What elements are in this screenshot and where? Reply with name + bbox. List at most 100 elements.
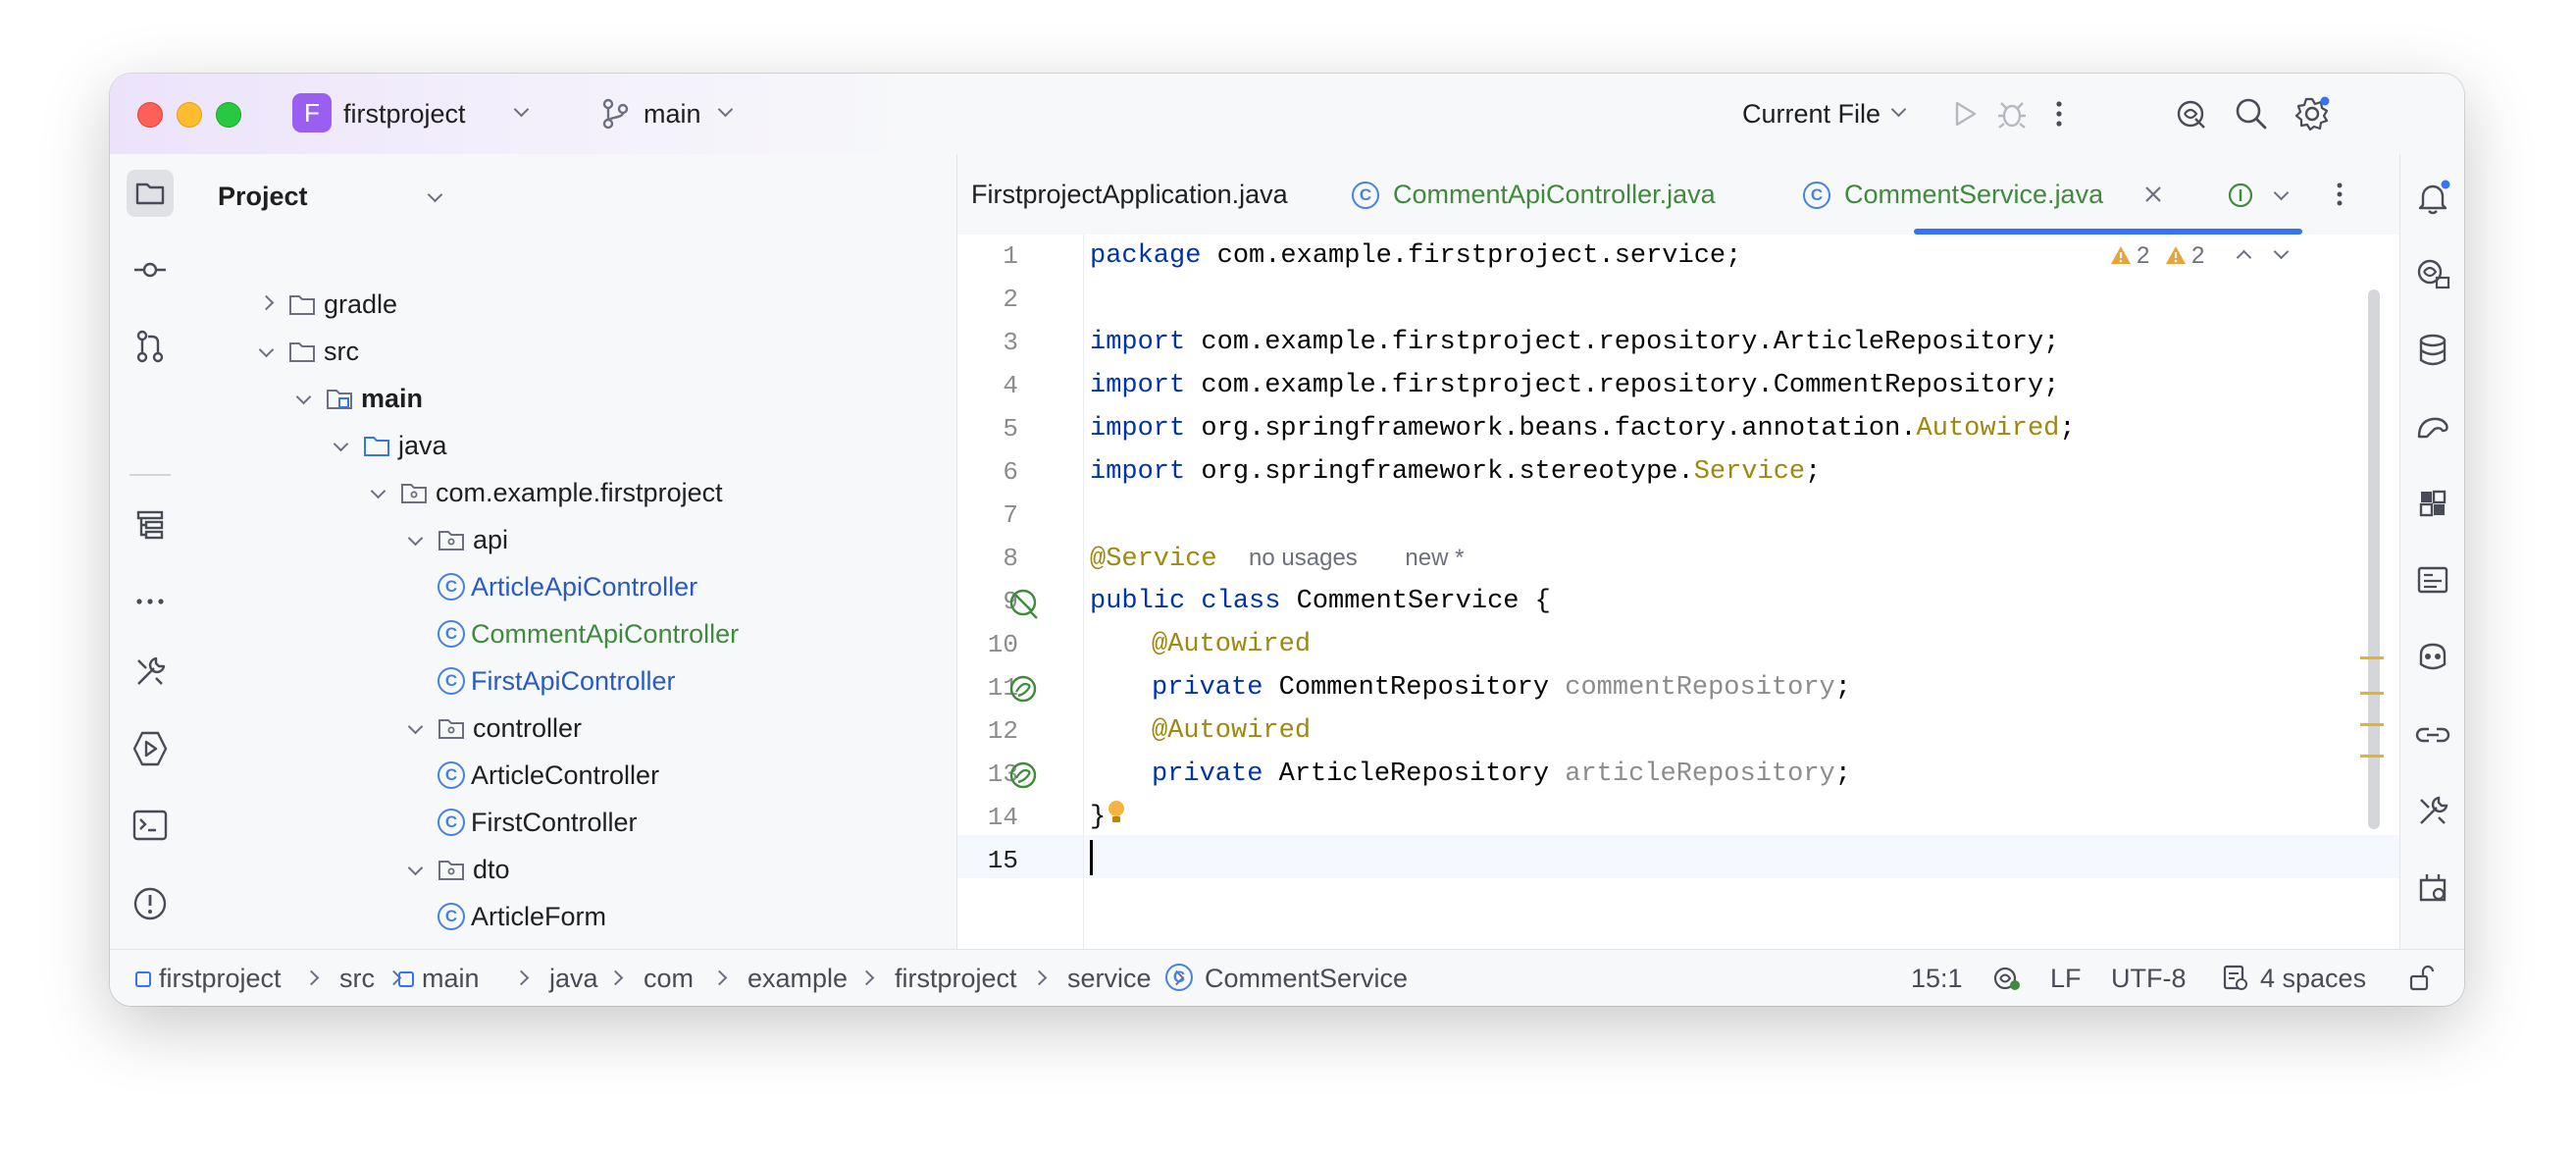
ai-assistant-icon[interactable] xyxy=(2174,95,2211,132)
chevron-down-icon[interactable] xyxy=(407,530,424,547)
tree-item-firstapicontroller[interactable]: C FirstApiController xyxy=(190,659,927,703)
more-tools-icon[interactable] xyxy=(127,578,174,625)
tree-item-main[interactable]: main xyxy=(190,377,927,420)
line-number[interactable]: 7 xyxy=(969,494,1018,537)
file-encoding[interactable]: UTF-8 xyxy=(2111,962,2187,995)
breadcrumb-item[interactable]: service xyxy=(1067,962,1152,995)
line-number[interactable]: 6 xyxy=(969,450,1018,494)
database-icon[interactable] xyxy=(2413,331,2452,370)
indent-setting[interactable]: 4 spaces xyxy=(2260,962,2366,995)
terminal-icon[interactable] xyxy=(127,802,174,849)
structure-icon[interactable] xyxy=(127,501,174,549)
tree-item-dto[interactable]: dto xyxy=(190,848,927,891)
spring-bean-gutter-icon[interactable] xyxy=(1006,586,1040,619)
breadcrumb-item[interactable]: main xyxy=(422,962,480,995)
copilot-icon[interactable] xyxy=(2413,637,2452,676)
breadcrumb-item[interactable]: java xyxy=(549,962,598,995)
problems-icon[interactable] xyxy=(127,880,174,927)
debug-icon[interactable] xyxy=(1993,95,2031,132)
coverage-icon[interactable] xyxy=(2413,868,2452,908)
line-number[interactable]: 15 xyxy=(969,839,1018,882)
interface-icon[interactable] xyxy=(2227,182,2254,209)
tree-item-firstcontroller[interactable]: C FirstController xyxy=(190,801,927,844)
close-tab-icon[interactable] xyxy=(2142,183,2164,205)
ai-status-icon[interactable] xyxy=(1991,964,2023,993)
endpoints-icon[interactable] xyxy=(2413,484,2452,523)
minimize-window-button[interactable] xyxy=(177,102,202,128)
tree-item-articlecontroller[interactable]: C ArticleController xyxy=(190,754,927,797)
chevron-down-icon[interactable] xyxy=(370,483,386,499)
services-run-icon[interactable] xyxy=(127,725,174,772)
breadcrumb-item[interactable]: example xyxy=(747,962,848,995)
project-selector[interactable]: firstproject xyxy=(343,97,466,131)
line-number[interactable]: 8 xyxy=(969,537,1018,580)
tab-comment-service[interactable]: CommentService.java xyxy=(1844,178,2103,211)
tree-item-java[interactable]: java xyxy=(190,424,927,467)
tree-item-api[interactable]: api xyxy=(190,518,927,561)
more-vertical-icon[interactable] xyxy=(2040,95,2078,132)
error-stripe-mark[interactable] xyxy=(2360,656,2384,659)
breadcrumb-item[interactable]: src xyxy=(339,962,375,995)
previous-problem-icon[interactable] xyxy=(2236,249,2252,266)
commit-icon[interactable] xyxy=(127,246,174,293)
chevron-down-icon[interactable] xyxy=(258,341,275,358)
breadcrumb-item[interactable]: com xyxy=(644,962,694,995)
spring-autowired-gutter-icon[interactable] xyxy=(1006,759,1040,792)
run-config-selector[interactable]: Current File xyxy=(1742,97,1880,131)
author-inlay-hint[interactable]: new * xyxy=(1405,545,1464,571)
line-number[interactable]: 3 xyxy=(969,321,1018,364)
tab-firstproject-application[interactable]: FirstprojectApplication.java xyxy=(971,178,1288,211)
error-stripe-mark[interactable] xyxy=(2360,755,2384,758)
next-problem-icon[interactable] xyxy=(2273,243,2290,260)
search-icon[interactable] xyxy=(2233,95,2270,132)
line-number[interactable]: 12 xyxy=(969,709,1018,753)
tools-icon[interactable] xyxy=(2413,792,2452,831)
tree-item-src[interactable]: src xyxy=(190,330,927,373)
breadcrumb-item[interactable]: CommentService xyxy=(1205,962,1408,995)
project-badge[interactable]: F xyxy=(292,93,332,132)
run-icon[interactable] xyxy=(1946,95,1984,132)
chevron-down-icon[interactable] xyxy=(295,389,312,405)
tab-comment-api-controller[interactable]: CommentApiController.java xyxy=(1393,178,1716,211)
caret-position[interactable]: 15:1 xyxy=(1911,962,1963,995)
line-number[interactable]: 5 xyxy=(969,407,1018,450)
line-number[interactable]: 10 xyxy=(969,623,1018,666)
zoom-window-button[interactable] xyxy=(216,102,241,128)
breadcrumb-item[interactable]: firstproject xyxy=(159,962,282,995)
tree-item-com-example-firstproject[interactable]: com.example.firstproject xyxy=(190,471,927,514)
gradle-icon[interactable] xyxy=(2413,407,2452,446)
chevron-right-icon[interactable] xyxy=(258,294,275,311)
breadcrumb-item[interactable]: firstproject xyxy=(895,962,1017,995)
line-separator[interactable]: LF xyxy=(2050,962,2082,995)
build-tools-icon[interactable] xyxy=(127,649,174,696)
tree-item-entity[interactable]: entity xyxy=(190,942,927,949)
close-window-button[interactable] xyxy=(137,102,163,128)
tabs-dropdown-icon[interactable] xyxy=(2273,184,2290,201)
ai-chat-icon[interactable] xyxy=(2413,254,2452,293)
chevron-down-icon[interactable] xyxy=(407,718,424,735)
code-editor[interactable]: 1 2 3 4 5 6 7 8 9 10 11 12 13 14 15 package com.exampl… xyxy=(957,235,2399,949)
tree-item-controller[interactable]: controller xyxy=(190,707,927,750)
project-folder-icon[interactable] xyxy=(127,170,174,217)
tree-item-gradle[interactable]: gradle xyxy=(190,283,927,326)
line-number[interactable]: 4 xyxy=(969,364,1018,407)
spring-autowired-gutter-icon[interactable] xyxy=(1006,672,1040,706)
inspection-widget[interactable]: 2 2 xyxy=(2062,235,2386,278)
notifications-bell-icon[interactable] xyxy=(2413,178,2452,217)
line-number[interactable]: 1 xyxy=(969,235,1018,278)
unlocked-icon[interactable] xyxy=(2405,964,2435,993)
branch-selector[interactable]: main xyxy=(644,97,701,131)
intention-bulb-icon[interactable] xyxy=(1105,798,1128,827)
settings-gear-icon[interactable] xyxy=(2293,95,2331,132)
usages-inlay-hint[interactable]: no usages xyxy=(1249,545,1358,571)
pull-requests-icon[interactable] xyxy=(127,323,174,370)
chevron-down-icon[interactable] xyxy=(333,436,349,452)
tree-item-commentapicontroller[interactable]: C CommentApiController xyxy=(190,612,927,655)
error-stripe-mark[interactable] xyxy=(2360,723,2384,726)
chevron-down-icon[interactable] xyxy=(407,860,424,876)
tree-item-articleapicontroller[interactable]: C ArticleApiController xyxy=(190,565,927,608)
more-vertical-icon[interactable] xyxy=(2325,178,2354,211)
tree-item-articleform[interactable]: C ArticleForm xyxy=(190,895,927,938)
editor-scrollbar[interactable] xyxy=(2368,289,2380,829)
error-stripe-mark[interactable] xyxy=(2360,692,2384,695)
